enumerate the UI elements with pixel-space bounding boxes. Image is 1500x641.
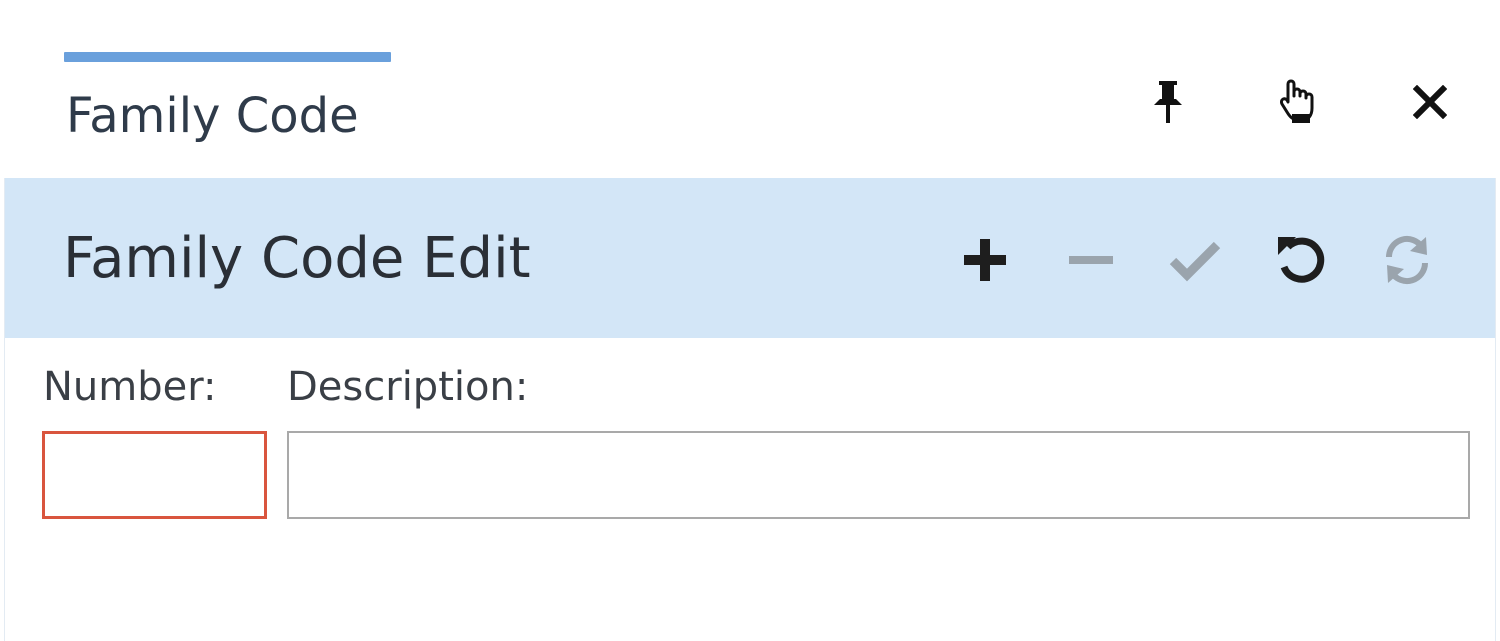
number-label: Number: <box>43 364 217 410</box>
plus-icon <box>960 235 1010 285</box>
number-input[interactable] <box>42 431 267 519</box>
remove-button[interactable] <box>1061 230 1121 290</box>
family-code-window: Family Code Family Code Edit Number: Des… <box>0 0 1500 641</box>
minus-icon <box>1066 235 1116 285</box>
pointer-button[interactable] <box>1274 76 1326 128</box>
description-input[interactable] <box>287 431 1470 519</box>
tab-strip: Family Code <box>0 0 1500 178</box>
panel-header: Family Code Edit <box>5 178 1495 338</box>
pin-button[interactable] <box>1142 76 1194 128</box>
hand-pointer-icon <box>1278 78 1322 126</box>
undo-icon <box>1274 233 1328 287</box>
panel-title: Family Code Edit <box>63 226 531 291</box>
refresh-button[interactable] <box>1377 230 1437 290</box>
family-code-edit-panel: Family Code Edit Number: Description: <box>4 178 1496 641</box>
close-button[interactable] <box>1404 76 1456 128</box>
tab-family-code[interactable]: Family Code <box>64 52 391 152</box>
add-button[interactable] <box>955 230 1015 290</box>
pin-icon <box>1148 79 1188 125</box>
check-icon <box>1167 235 1223 285</box>
save-button[interactable] <box>1165 230 1225 290</box>
tab-label: Family Code <box>66 88 359 144</box>
close-icon <box>1413 85 1447 119</box>
active-tab-indicator <box>64 52 391 62</box>
description-label: Description: <box>287 364 529 410</box>
undo-button[interactable] <box>1271 230 1331 290</box>
refresh-icon <box>1380 233 1434 287</box>
